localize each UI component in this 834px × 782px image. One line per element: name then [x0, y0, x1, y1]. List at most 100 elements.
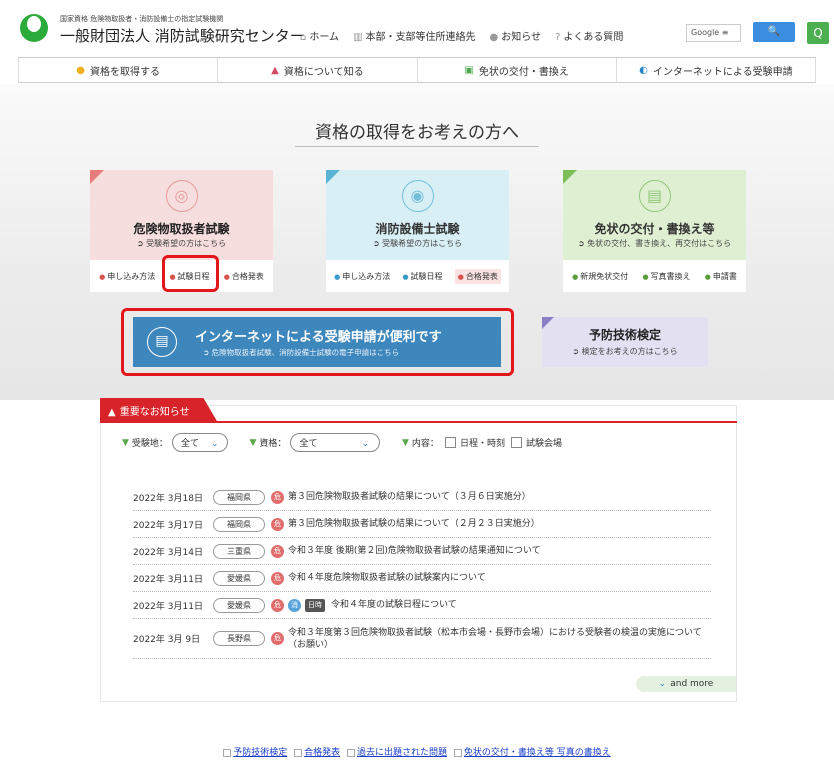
nav-addresses-label: 本部・支部等住所連絡先 [365, 32, 476, 43]
prefecture-badge: 福岡県 [213, 516, 265, 532]
search-button[interactable]: 🔍 [753, 22, 795, 42]
card-subtitle: ➲ 免状の交付、書き換え、再交付はこちら [577, 239, 732, 248]
prefecture-badge: 長野県 [213, 631, 265, 646]
news-text[interactable]: 第３回危険物取扱者試験の結果について（３月６日実施分） [288, 491, 531, 503]
nav-addresses[interactable]: ▥ 本部・支部等住所連絡先 [353, 28, 475, 43]
news-text[interactable]: 令和４年度の試験日程について [331, 599, 457, 611]
image-icon [223, 748, 232, 757]
banner-title: インターネットによる受験申請が便利です [195, 330, 442, 345]
globe-icon: ◐ [639, 64, 648, 76]
news-row[interactable]: 2022年 3月18日 福岡県 危 第３回危険物取扱者試験の結果について（３月６… [133, 484, 711, 511]
footer-link-prevention[interactable]: 予防技術検定 [223, 748, 287, 758]
internet-application-banner[interactable]: ▤ インターネットによる受験申請が便利です ➲ 危険物取扱者試験、消防設備士試験… [133, 317, 501, 367]
news-row[interactable]: 2022年 3月14日 三重県 危 令和３年度 後期(第２回)危険物取扱者試験の… [133, 538, 711, 565]
arrow-icon: ● [572, 272, 579, 281]
hazmat-tag: 危 [271, 571, 284, 585]
link-results[interactable]: ● 合格発表 [224, 271, 264, 282]
main-nav-license[interactable]: ▣ 免状の交付・書換え [418, 58, 617, 82]
footer-link-results[interactable]: 合格発表 [294, 748, 340, 758]
card-title: 消防設備士試験 [375, 222, 460, 236]
main-nav-internet[interactable]: ◐ インターネットによる受験申請 [617, 58, 816, 82]
main-nav-label: 免状の交付・書換え [478, 66, 569, 78]
card-fire-equipment-exam: ◉ 消防設備士試験 ➲ 受験希望の方はこちら ● 申し込み方法 ● 試験日程 ● 合格… [326, 170, 509, 292]
news-text[interactable]: 令和３年度 後期(第２回)危険物取扱者試験の結果通知について [288, 545, 541, 557]
org-name[interactable]: 一般財団法人 消防試験研究センター [60, 25, 305, 46]
venue-checkbox-label: 試験会場 [525, 439, 562, 449]
news-date: 2022年 3月 9日 [133, 635, 201, 645]
hazmat-tag: 危 [271, 632, 284, 645]
main-nav-obtain[interactable]: ● 資格を取得する [18, 58, 219, 82]
card-subtitle-text: 受験希望の方はこちら [146, 239, 227, 248]
footer-link-label: 予防技術検定 [233, 748, 288, 758]
footer-links: 予防技術検定 合格発表 過去に出題された問題 免状の交付・書換え等 写真の書換え [0, 745, 834, 758]
more-label: and more [670, 679, 714, 689]
schedule-tag: 日時 [305, 598, 325, 612]
news-text[interactable]: 令和３年度第３回危険物取扱者試験（松本市会場・長野市会場）における受験者の検温の… [288, 627, 708, 651]
search-icon: Q [813, 26, 823, 40]
search-input[interactable]: Google ≡ [686, 24, 741, 42]
card-license-header[interactable]: ▤ 免状の交付・書換え等 ➲ 免状の交付、書き換え、再交付はこちら [563, 170, 746, 260]
top-nav: ⌂ ホーム ▥ 本部・支部等住所連絡先 ● お知らせ ? よくある質問 [300, 28, 623, 43]
venue-checkbox[interactable] [510, 437, 522, 448]
chevron-down-icon: ⌄ [658, 679, 667, 689]
people-icon: ▲ [271, 64, 279, 76]
link-new-license[interactable]: ● 新規免状交付 [572, 271, 628, 282]
nav-home[interactable]: ⌂ ホーム [300, 28, 339, 43]
hero-divider [295, 146, 539, 147]
link-apply[interactable]: ● 申し込み方法 [99, 271, 155, 282]
notice-divider [100, 421, 737, 423]
hazmat-tag: 危 [271, 598, 284, 612]
nav-home-label: ホーム [309, 32, 340, 43]
question-icon: ? [555, 32, 561, 43]
news-row[interactable]: 2022年 3月 9日 長野県 危 令和３年度第３回危険物取扱者試験（松本市会場… [133, 619, 711, 659]
link-schedule[interactable]: ● 試験日程 [402, 271, 442, 282]
link-apply[interactable]: ● 申し込み方法 [334, 271, 390, 282]
image-icon [453, 748, 462, 757]
news-row[interactable]: 2022年 3月11日 愛媛県 危 令和４年度危険物取扱者試験の試験案内について [133, 565, 711, 592]
card-fire-header[interactable]: ◉ 消防設備士試験 ➲ 受験希望の方はこちら [326, 170, 509, 260]
news-row[interactable]: 2022年 3月11日 愛媛県 危 消 日時 令和４年度の試験日程について [133, 592, 711, 619]
filter-place-label: 受験地： [131, 439, 168, 449]
notice-tab: ▲ 重要なお知らせ [100, 398, 218, 422]
footer-link-license-photo[interactable]: 免状の交付・書換え等 写真の書換え [453, 748, 611, 758]
news-row[interactable]: 2022年 3月17日 福岡県 危 第３回危険物取扱者試験の結果について（２月２… [133, 511, 711, 538]
card-links: ● 新規免状交付 ● 写真書換え ● 申請書 [563, 260, 746, 292]
main-nav-label: 資格について知る [283, 66, 364, 78]
card-title: 免状の交付・書換え等 [594, 222, 715, 236]
image-icon [347, 748, 355, 757]
footer-link-past-questions[interactable]: 過去に出題された問題 [347, 748, 447, 758]
logo-icon[interactable] [20, 14, 48, 42]
place-select[interactable]: 全て ⌄ [171, 433, 228, 452]
news-text[interactable]: 第３回危険物取扱者試験の結果について（２月２３日実施分） [288, 518, 540, 530]
org-subtitle: 国家資格 危険物取扱者・消防設備士の指定試験機関 [60, 15, 224, 23]
link-label: 申し込み方法 [107, 271, 156, 281]
nav-news[interactable]: ● お知らせ [490, 28, 542, 43]
main-nav-label: 資格を取得する [89, 66, 160, 78]
more-button[interactable]: ⌄ and more [636, 676, 736, 692]
arrow-icon: ● [402, 272, 409, 281]
site-header: 国家資格 危険物取扱者・消防設備士の指定試験機関 一般財団法人 消防試験研究セン… [0, 0, 834, 56]
qualification-select[interactable]: 全て ⌄ [290, 433, 380, 452]
main-nav-about[interactable]: ▲ 資格について知る [218, 58, 418, 82]
building-icon: ▥ [353, 32, 363, 43]
schedule-checkbox[interactable] [444, 437, 456, 448]
main-nav-label: インターネットによる受験申請 [652, 66, 793, 78]
link-photo-rewrite[interactable]: ● 写真書換え [642, 271, 690, 282]
news-date: 2022年 3月17日 [133, 520, 203, 531]
filter-content-label: 内容： [411, 439, 439, 449]
schedule-checkbox-label: 日程・時刻 [459, 439, 505, 449]
link-label: 申請書 [712, 271, 737, 281]
link-results[interactable]: ● 合格発表 [454, 268, 501, 284]
nav-faq[interactable]: ? よくある質問 [555, 28, 623, 43]
news-text[interactable]: 令和４年度危険物取扱者試験の試験案内について [288, 572, 486, 584]
search-icon-button[interactable]: Q [807, 22, 829, 44]
banner-subtitle: ➲ 危険物取扱者試験、消防設備士試験の電子申請はこちら [203, 348, 400, 357]
link-application-form[interactable]: ● 申請書 [705, 271, 737, 282]
prefecture-badge: 愛媛県 [213, 570, 265, 586]
filter-icon: ▼ [249, 437, 257, 448]
prevention-exam-banner[interactable]: 予防技術検定 ➲ 検定をお考えの方はこちら [542, 317, 708, 367]
card-hazmat-header[interactable]: ◎ 危険物取扱者試験 ➲ 受験希望の方はこちら [90, 170, 273, 260]
banner-subtitle: ➲ 検定をお考えの方はこちら [572, 347, 678, 356]
news-date: 2022年 3月18日 [133, 493, 203, 504]
arrow-icon: ● [223, 272, 230, 281]
